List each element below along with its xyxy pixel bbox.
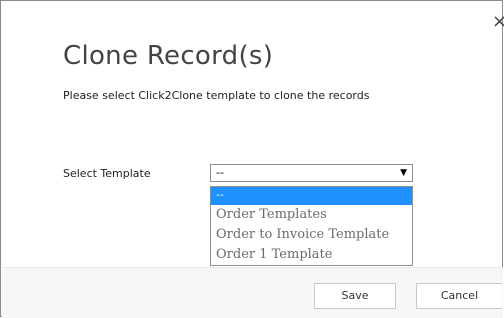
dropdown-option[interactable]: --: [211, 187, 412, 205]
template-select[interactable]: -- ▼: [210, 164, 413, 182]
clone-records-dialog: × Clone Record(s) Please select Click2Cl…: [0, 0, 504, 318]
cancel-button[interactable]: Cancel: [416, 283, 502, 309]
dropdown-arrow-icon[interactable]: ▼: [400, 165, 407, 181]
close-icon[interactable]: ×: [492, 13, 504, 31]
template-select-value: --: [216, 166, 224, 179]
dialog-subtitle: Please select Click2Clone template to cl…: [63, 89, 370, 102]
save-button[interactable]: Save: [314, 283, 396, 309]
template-dropdown-list: -- Order Templates Order to Invoice Temp…: [210, 186, 413, 266]
dropdown-option[interactable]: Order to Invoice Template: [211, 225, 412, 245]
select-template-label: Select Template: [63, 167, 151, 180]
dropdown-option[interactable]: Order 1 Template: [211, 245, 412, 265]
dropdown-option[interactable]: Order Templates: [211, 205, 412, 225]
dialog-title: Clone Record(s): [63, 41, 274, 71]
